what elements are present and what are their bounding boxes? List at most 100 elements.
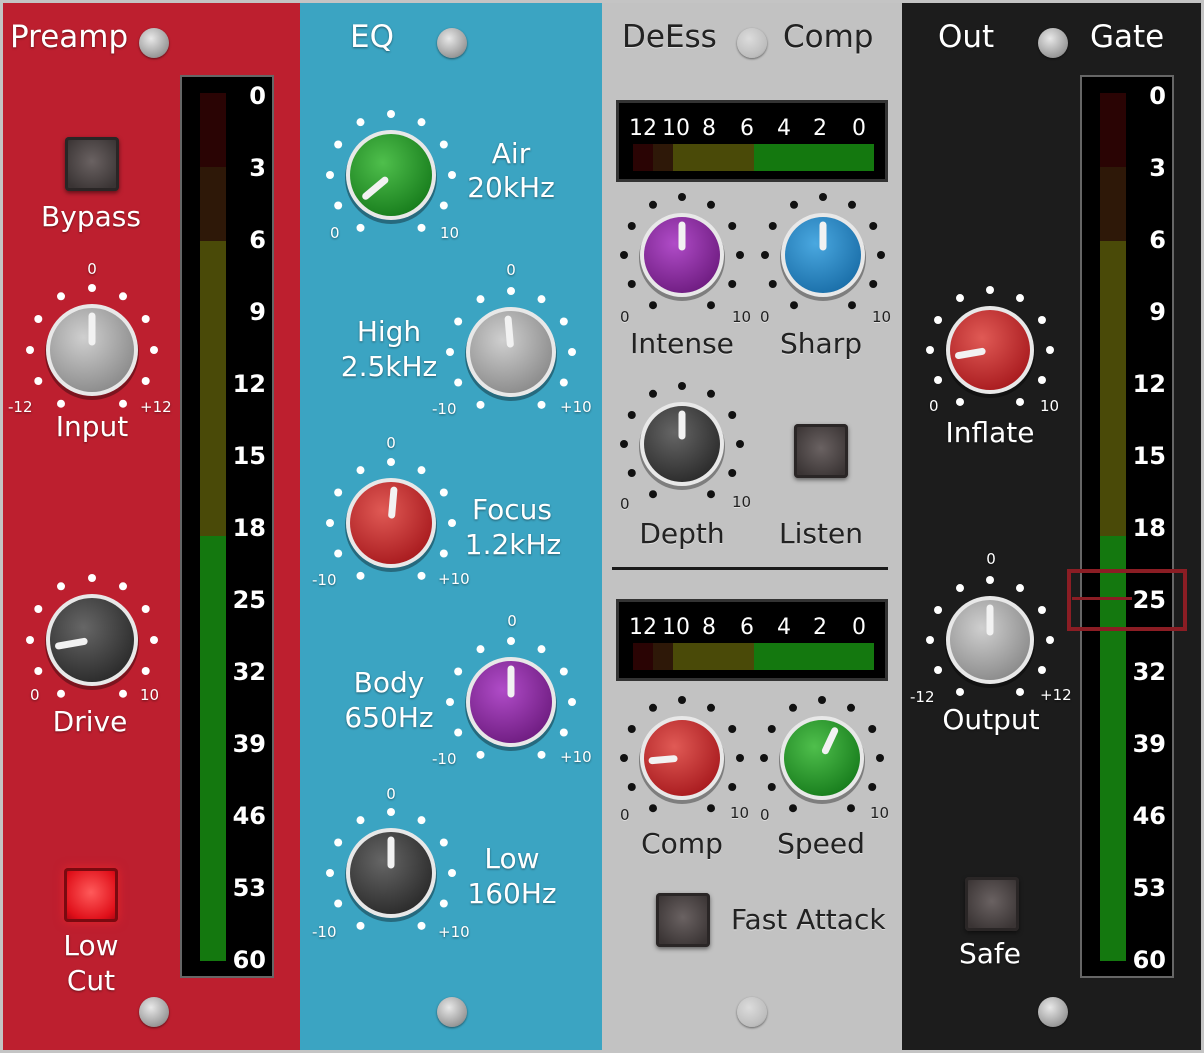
intense-min-label: 0 — [620, 308, 630, 326]
preamp-meter-scale-label: 6 — [249, 226, 266, 254]
knob-scale-dot — [956, 687, 964, 696]
knob-scale-dot — [387, 110, 395, 118]
knob-scale-dot — [1037, 376, 1046, 384]
focus-top-label: 0 — [386, 434, 396, 452]
safe-label: Safe — [958, 937, 1022, 970]
comp-max-label: 10 — [730, 804, 750, 822]
knob-scale-dot — [1037, 606, 1046, 614]
preamp-meter-scale-label: 39 — [232, 730, 266, 758]
low-cut-button[interactable] — [64, 868, 118, 922]
comp-meter-segment — [754, 643, 874, 670]
knob-scale-dot — [934, 606, 943, 614]
knob-scale-dot — [1016, 294, 1024, 303]
preamp-top-screw — [139, 28, 169, 58]
knob-body — [50, 598, 134, 682]
body-top-label: 0 — [507, 612, 517, 630]
gate-meter-scale-label: 9 — [1149, 298, 1166, 326]
deess-meter-scale-label: 8 — [702, 116, 716, 141]
knob-scale-dot — [956, 294, 964, 303]
knob-scale-dot — [847, 804, 855, 813]
knob-scale-dot — [736, 440, 744, 448]
bypass-button[interactable] — [65, 137, 119, 191]
air-label-2: 20kHz — [467, 171, 555, 204]
knob-scale-dot — [868, 783, 877, 791]
preamp-meter-segment — [200, 535, 226, 961]
depth-knob[interactable] — [612, 374, 752, 514]
knob-scale-dot — [707, 490, 715, 499]
preamp-meter-scale-label: 25 — [232, 586, 266, 614]
comp-meter-scale-label: 0 — [852, 615, 866, 640]
preamp-meter-scale-label: 3 — [249, 154, 266, 182]
gate-threshold-highlight[interactable] — [1067, 569, 1187, 631]
sharp-min-label: 0 — [760, 308, 770, 326]
output-min-label: -12 — [910, 688, 935, 706]
high-min-label: -10 — [432, 400, 457, 418]
preamp-bottom-screw — [139, 997, 169, 1027]
preamp-meter-scale-label: 12 — [232, 370, 266, 398]
preamp-meter-segment — [200, 240, 226, 536]
preamp-title: Preamp — [10, 19, 129, 55]
knob-scale-dot — [356, 466, 365, 475]
sharp-label: Sharp — [780, 327, 862, 360]
comp-meter-scale-label: 4 — [777, 615, 791, 640]
gate-level-meter: 0 3 6 9 12 15 18 25 32 39 46 53 60 — [1072, 75, 1174, 978]
knob-scale-dot — [88, 574, 96, 582]
knob-scale-dot — [934, 316, 943, 324]
knob-scale-dot — [448, 171, 456, 179]
knob-scale-dot — [986, 576, 994, 584]
gate-meter-scale-label: 0 — [1149, 82, 1166, 110]
knob-scale-dot — [627, 725, 636, 733]
deess-meter-segment — [673, 144, 754, 171]
drive-min-label: 0 — [30, 686, 40, 704]
preamp-meter-segment — [200, 166, 226, 241]
gate-meter-scale-label: 15 — [1132, 442, 1166, 470]
knob-scale-dot — [446, 348, 454, 356]
knob-scale-dot — [1016, 687, 1024, 696]
intense-knob[interactable] — [612, 185, 752, 325]
comp-meter-scale-label: 10 — [662, 615, 690, 640]
knob-scale-dot — [34, 605, 43, 613]
knob-scale-dot — [707, 389, 715, 398]
listen-button[interactable] — [794, 424, 848, 478]
knob-scale-dot — [1016, 584, 1024, 593]
sharp-knob[interactable] — [753, 185, 893, 325]
deess-meter-segment — [633, 144, 653, 171]
knob-scale-dot — [150, 636, 158, 644]
knob-scale-dot — [1037, 316, 1046, 324]
gate-meter-segment — [1100, 166, 1126, 241]
knob-scale-dot — [476, 645, 485, 654]
knob-scale-dot — [334, 549, 343, 558]
deess-gain-reduction-meter: 12 10 8 6 4 2 0 — [616, 100, 888, 182]
knob-scale-dot — [334, 838, 343, 847]
output-top-screw — [1038, 28, 1068, 58]
knob-scale-dot — [119, 292, 127, 301]
knob-scale-dot — [57, 292, 65, 301]
bypass-label: Bypass — [41, 200, 141, 233]
knob-pointer — [504, 315, 514, 348]
knob-scale-dot — [627, 469, 636, 477]
input-label: Input — [55, 410, 129, 443]
fast-attack-button[interactable] — [656, 893, 710, 947]
knob-scale-dot — [507, 637, 515, 645]
dynamics-divider — [612, 567, 888, 570]
knob-scale-dot — [934, 376, 943, 384]
knob-scale-dot — [334, 201, 343, 210]
output-max-label: +12 — [1040, 686, 1072, 704]
knob-scale-dot — [818, 696, 826, 704]
gate-meter-scale-label: 53 — [1132, 874, 1166, 902]
safe-button[interactable] — [965, 877, 1019, 931]
knob-scale-dot — [439, 549, 448, 558]
preamp-level-meter: 0 3 6 9 12 15 18 25 32 39 46 53 60 — [180, 75, 274, 978]
speed-max-label: 10 — [870, 804, 890, 822]
knob-scale-dot — [417, 816, 426, 825]
air-min-label: 0 — [330, 224, 340, 242]
deess-meter-scale-label: 4 — [777, 116, 791, 141]
dynamics-bottom-screw — [737, 997, 767, 1027]
input-top-label: 0 — [87, 260, 97, 278]
knob-scale-dot — [707, 200, 715, 209]
deess-title: DeEss — [622, 19, 717, 55]
knob-scale-dot — [926, 346, 934, 354]
low-min-label: -10 — [312, 923, 337, 941]
deess-meter-scale-label: 0 — [852, 116, 866, 141]
output-top-label: 0 — [986, 550, 996, 568]
